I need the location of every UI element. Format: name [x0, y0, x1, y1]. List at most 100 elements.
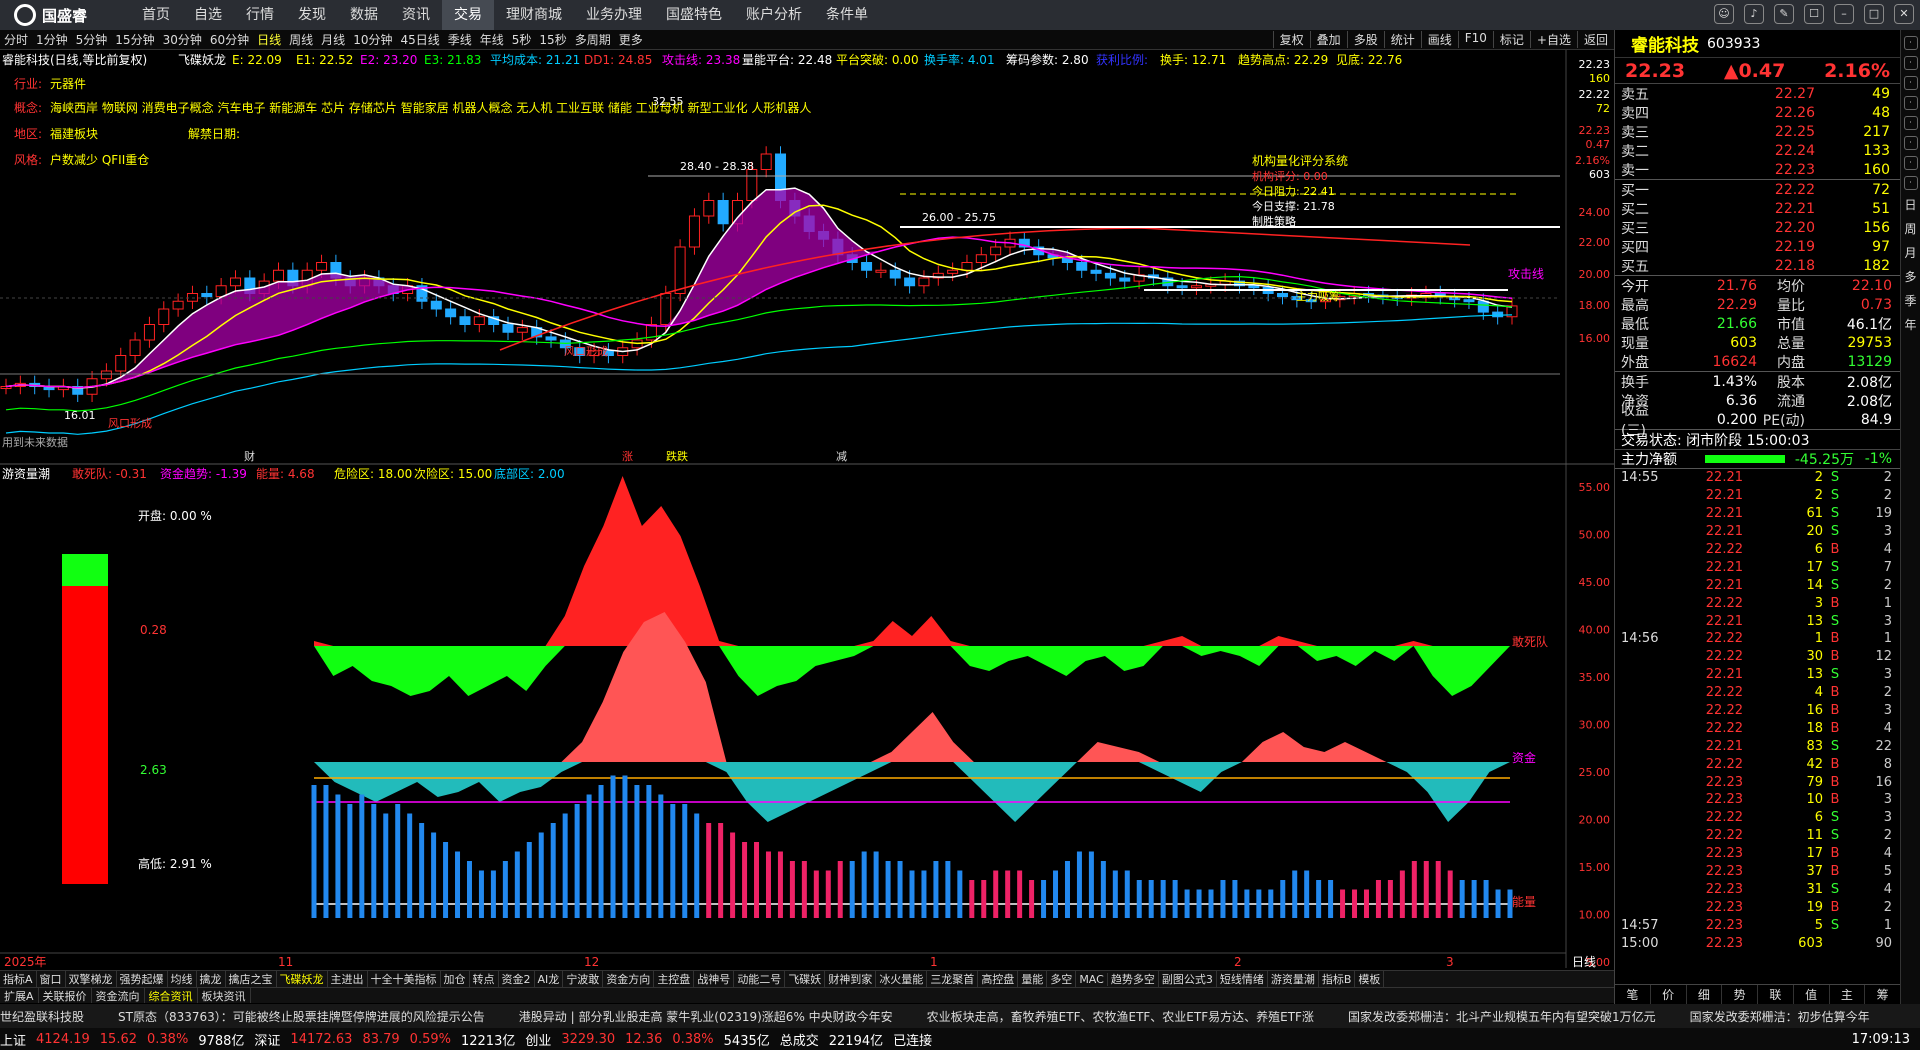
- period-tab[interactable]: 日线: [253, 31, 285, 48]
- menu-item[interactable]: 发现: [286, 0, 338, 30]
- indicator-tab[interactable]: 副图公式3: [1159, 971, 1217, 987]
- period-tab[interactable]: 15分钟: [111, 31, 158, 48]
- bell-icon[interactable]: ♪: [1744, 4, 1764, 24]
- close-icon[interactable]: ✕: [1894, 4, 1914, 24]
- period-tab[interactable]: 月线: [317, 31, 349, 48]
- indicator-tab[interactable]: 量能: [1018, 971, 1048, 987]
- chart-tool[interactable]: F10: [1457, 31, 1493, 48]
- quote-tab[interactable]: 联: [1758, 985, 1794, 1004]
- indicator-tab[interactable]: 冰火量能: [876, 971, 928, 987]
- vbar-period[interactable]: 多: [1904, 268, 1916, 286]
- period-tab[interactable]: 10分钟: [349, 31, 396, 48]
- kline-chart[interactable]: 睿能科技(日线,等比前复权) 飞碟妖龙 E: 22.09 E1: 22.52 E…: [0, 50, 1614, 968]
- chart-tool[interactable]: 返回: [1576, 31, 1614, 48]
- menu-item[interactable]: 国盛特色: [654, 0, 734, 30]
- info-tab[interactable]: 关联报价: [39, 988, 92, 1003]
- sh-index[interactable]: 4124.19: [36, 1032, 90, 1047]
- info-tab[interactable]: 综合资讯: [145, 988, 198, 1003]
- indicator-tab[interactable]: 指标A: [0, 971, 37, 987]
- indicator-tab[interactable]: 加仓: [441, 971, 470, 987]
- indicator-tab[interactable]: 擒店之宝: [226, 971, 277, 987]
- vbar-period[interactable]: 月: [1904, 244, 1916, 262]
- user-icon[interactable]: ☐: [1804, 4, 1824, 24]
- stock-name[interactable]: 睿能科技: [1631, 31, 1699, 56]
- app-logo[interactable]: 国盛睿: [0, 4, 130, 26]
- info-tab[interactable]: 资金流向: [92, 988, 145, 1003]
- chart-tool[interactable]: 标记: [1492, 31, 1530, 48]
- indicator-tab[interactable]: 飞碟妖: [785, 971, 826, 987]
- period-tab[interactable]: 5秒: [508, 31, 536, 48]
- period-tab[interactable]: 5分钟: [72, 31, 112, 48]
- period-tab[interactable]: 多周期: [571, 31, 615, 48]
- config-icon[interactable]: ·: [1903, 96, 1918, 110]
- indicator-tab[interactable]: 资金2: [499, 971, 535, 987]
- minimize-icon[interactable]: –: [1834, 4, 1854, 24]
- chart-tool[interactable]: +自选: [1529, 31, 1577, 48]
- indicator-tab[interactable]: MAC: [1076, 972, 1108, 986]
- menu-item[interactable]: 数据: [338, 0, 390, 30]
- period-tab[interactable]: 季线: [444, 31, 476, 48]
- indicator-tab[interactable]: 擒龙: [197, 971, 226, 987]
- period-tab[interactable]: 年线: [476, 31, 508, 48]
- indicator-tab[interactable]: 财神到家: [825, 971, 877, 987]
- quote-tab[interactable]: 细: [1687, 985, 1723, 1004]
- news-item[interactable]: 世纪盈联科技股: [0, 1008, 84, 1025]
- quote-tab[interactable]: 值: [1794, 985, 1830, 1004]
- quote-tab[interactable]: 笔: [1615, 985, 1651, 1004]
- period-tab[interactable]: 60分钟: [206, 31, 253, 48]
- lock-icon[interactable]: ·: [1903, 176, 1918, 190]
- news-item[interactable]: 国家发改委郑栅洁：初步估算今年: [1690, 1008, 1870, 1025]
- indicator-tab[interactable]: 短线情绪: [1217, 971, 1268, 987]
- refresh-icon[interactable]: ·: [1903, 56, 1918, 70]
- menu-item[interactable]: 交易: [442, 0, 494, 30]
- maximize-icon[interactable]: □: [1864, 4, 1884, 24]
- vbar-period[interactable]: 周: [1904, 220, 1916, 238]
- list-icon[interactable]: ·: [1903, 116, 1918, 130]
- indicator-tab[interactable]: 主控盘: [654, 971, 695, 987]
- indicator-tab[interactable]: 多空: [1047, 971, 1077, 987]
- news-item[interactable]: 国家发改委郑栅洁：北斗产业规模五年内有望突破1万亿元: [1348, 1008, 1656, 1025]
- indicator-tab[interactable]: 三龙聚首: [927, 971, 979, 987]
- period-tab[interactable]: 30分钟: [159, 31, 206, 48]
- tools-icon[interactable]: ✎: [1774, 4, 1794, 24]
- info-tab[interactable]: 扩展A: [0, 988, 39, 1003]
- indicator-tab[interactable]: 双擎梯龙: [66, 971, 117, 987]
- indicator-tab[interactable]: 窗口: [37, 971, 66, 987]
- quote-tab[interactable]: 价: [1651, 985, 1687, 1004]
- info-tab[interactable]: 板块资讯: [198, 988, 251, 1003]
- sz-index[interactable]: 14172.63: [290, 1032, 352, 1047]
- vbar-period[interactable]: 季: [1904, 292, 1916, 310]
- indicator-tab[interactable]: 指标B: [1319, 971, 1356, 987]
- indicator-tab[interactable]: 高控盘: [978, 971, 1019, 987]
- quote-tab[interactable]: 主: [1830, 985, 1866, 1004]
- indicator-tab[interactable]: 宁波敢: [563, 971, 604, 987]
- tick-list[interactable]: 14:55 22.21 2 S 2 22.21 2 S 2 22.21 61 S 19 22.21 20 S 3…: [1615, 469, 1900, 952]
- news-item[interactable]: 农业板块走高，畜牧养殖ETF、农牧渔ETF、农业ETF易方达、养殖ETF涨: [927, 1008, 1314, 1025]
- indicator-tab[interactable]: 主进出: [328, 971, 368, 987]
- menu-item[interactable]: 自选: [182, 0, 234, 30]
- indicator-tab[interactable]: 强势起爆: [117, 971, 168, 987]
- image-icon[interactable]: ·: [1903, 156, 1918, 170]
- chart-tool[interactable]: 多股: [1346, 31, 1384, 48]
- menu-item[interactable]: 资讯: [390, 0, 442, 30]
- search-icon[interactable]: ·: [1903, 36, 1918, 50]
- menu-item[interactable]: 理财商城: [494, 0, 574, 30]
- indicator-tab[interactable]: 模板: [1355, 971, 1385, 987]
- period-tab[interactable]: 周线: [285, 31, 317, 48]
- news-item[interactable]: 港股异动 | 部分乳业股走高 蒙牛乳业(02319)涨超6% 中央财政今年安: [519, 1008, 893, 1025]
- indicator-tab[interactable]: 战神号: [694, 971, 735, 987]
- quote-tab[interactable]: 筹: [1865, 985, 1901, 1004]
- chart-tool[interactable]: 复权: [1272, 31, 1310, 48]
- indicator-tab[interactable]: 动能二号: [734, 971, 786, 987]
- news-item[interactable]: ST原态（833763）：可能被终止股票挂牌暨停牌进展的风险提示公告: [118, 1008, 485, 1025]
- indicator-tab[interactable]: 游资量潮: [1268, 971, 1319, 987]
- quote-tab[interactable]: 势: [1722, 985, 1758, 1004]
- indicator-tab[interactable]: AI龙: [535, 971, 564, 987]
- indicator-tab[interactable]: 飞碟妖龙: [277, 971, 328, 987]
- menu-item[interactable]: 行情: [234, 0, 286, 30]
- rsi-icon[interactable]: ·: [1903, 136, 1918, 150]
- period-tab[interactable]: 分时: [0, 31, 32, 48]
- menu-item[interactable]: 条件单: [814, 0, 880, 30]
- indicator-tab[interactable]: 十全十美指标: [368, 971, 441, 987]
- menu-item[interactable]: 账户分析: [734, 0, 814, 30]
